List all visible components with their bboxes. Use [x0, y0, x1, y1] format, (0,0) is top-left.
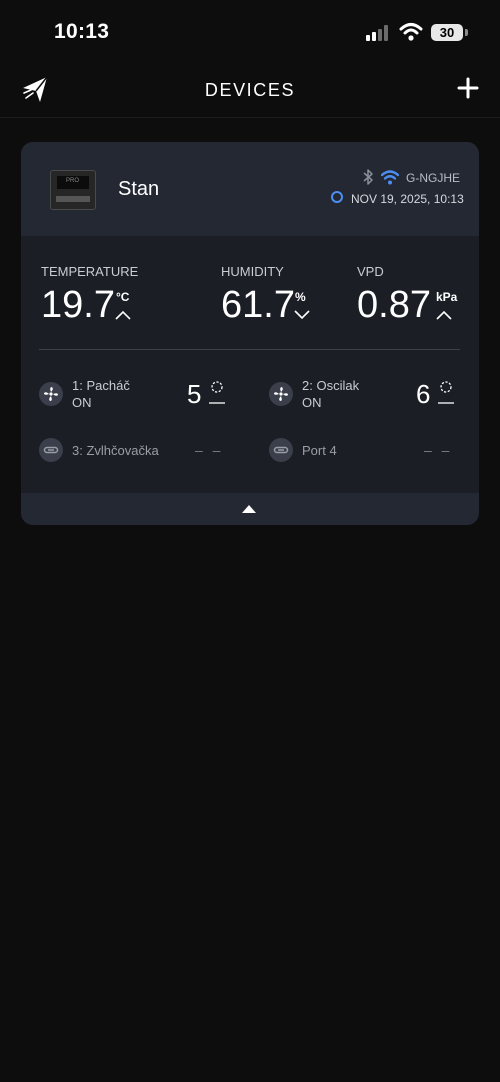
- humidity-label: HUMIDITY: [221, 264, 284, 279]
- nav-bar: DEVICES: [0, 62, 500, 118]
- plus-icon[interactable]: [456, 76, 480, 100]
- fan-icon: [39, 382, 63, 406]
- caret-up-icon[interactable]: [242, 505, 256, 513]
- clock-icon: [331, 191, 343, 203]
- port-mode-icon: [209, 381, 225, 404]
- trend-up-icon: [115, 310, 131, 320]
- port-2-level: 6: [416, 379, 431, 409]
- thumbnail-label: PRO: [66, 178, 80, 184]
- port-2-state: ON: [302, 395, 322, 410]
- status-bar: 10:13 30: [0, 0, 500, 62]
- device-thumbnail: PRO: [50, 170, 96, 210]
- battery-indicator: 30: [431, 24, 463, 41]
- temperature-unit: °C: [116, 290, 130, 304]
- port-1-state: ON: [72, 395, 92, 410]
- divider: [39, 349, 460, 350]
- trend-up-icon: [436, 310, 452, 320]
- cellular-signal-icon: [366, 25, 392, 41]
- temperature-value: 19.7: [41, 284, 115, 326]
- port-mode-icon: [438, 381, 454, 404]
- link-icon: [39, 438, 63, 462]
- wifi-network-name: G-NGJHE: [406, 171, 460, 185]
- thumbnail-buttons: [56, 196, 90, 202]
- vpd-unit: kPa: [436, 290, 458, 304]
- port-3-level: – –: [195, 442, 224, 458]
- expand-bar[interactable]: [21, 493, 479, 525]
- fan-icon: [269, 382, 293, 406]
- port-4-level: – –: [424, 442, 453, 458]
- device-card[interactable]: PRO Stan G-NGJHE NOV 19, 2025, 10:13 TEM…: [21, 142, 479, 525]
- wifi-icon: [381, 170, 399, 185]
- port-2-name: 2: Oscilak: [302, 378, 360, 393]
- humidity-value: 61.7: [221, 284, 295, 326]
- thumbnail-screen: PRO: [57, 176, 89, 189]
- port-3-name: 3: Zvlhčovačka: [72, 443, 159, 458]
- battery-tip: [465, 29, 468, 36]
- port-1-level: 5: [187, 379, 202, 409]
- vpd-label: VPD: [357, 264, 384, 279]
- device-card-header[interactable]: PRO Stan G-NGJHE NOV 19, 2025, 10:13: [21, 142, 479, 236]
- trend-down-icon: [294, 310, 310, 320]
- port-1-name: 1: Pacháč: [72, 378, 130, 393]
- last-update-timestamp: NOV 19, 2025, 10:13: [351, 192, 464, 206]
- humidity-unit: %: [295, 290, 306, 304]
- device-name: Stan: [118, 178, 160, 200]
- bluetooth-icon: [363, 169, 373, 185]
- status-time: 10:13: [54, 20, 110, 43]
- page-title: DEVICES: [204, 80, 296, 100]
- wifi-status-icon: [399, 23, 423, 41]
- port-4-name: Port 4: [302, 443, 337, 458]
- link-icon: [269, 438, 293, 462]
- temperature-label: TEMPERATURE: [41, 264, 139, 279]
- vpd-value: 0.87: [357, 284, 431, 326]
